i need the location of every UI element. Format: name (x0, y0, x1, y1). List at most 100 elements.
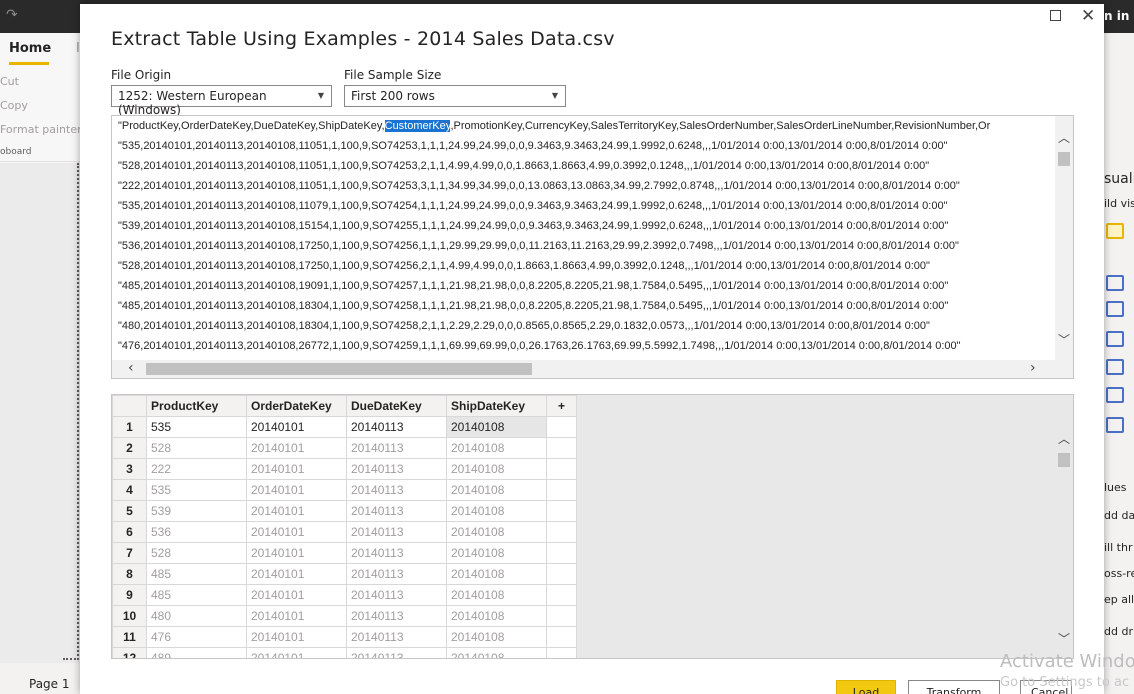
table-cell[interactable]: 20140101 (246, 605, 347, 627)
column-header[interactable]: DueDateKey (346, 395, 447, 417)
table-cell[interactable]: 20140113 (346, 479, 447, 501)
empty-cell[interactable] (546, 416, 577, 438)
table-cell[interactable]: 20140108 (446, 584, 547, 606)
table-visual-icon[interactable] (1106, 223, 1124, 239)
raw-line[interactable]: "476,20140101,20140113,20140108,26772,1,… (118, 340, 961, 352)
table-cell[interactable]: 20140113 (346, 458, 447, 480)
table-cell[interactable]: 20140113 (346, 605, 447, 627)
raw-line[interactable]: "539,20140101,20140113,20140108,15154,1,… (118, 220, 948, 232)
maximize-icon[interactable] (1050, 10, 1061, 21)
raw-header-line[interactable]: "ProductKey,OrderDateKey,DueDateKey,Ship… (118, 120, 990, 132)
table-cell[interactable]: 20140101 (246, 584, 347, 606)
selected-text[interactable]: CustomerKey (384, 120, 451, 132)
table-cell[interactable]: 20140101 (246, 500, 347, 522)
empty-cell[interactable] (546, 647, 577, 658)
sign-in-link[interactable]: n in (1104, 9, 1129, 23)
raw-file-preview[interactable]: "ProductKey,OrderDateKey,DueDateKey,Ship… (111, 115, 1074, 379)
scroll-right-icon[interactable]: › (1030, 361, 1036, 375)
table-cell[interactable]: 20140113 (346, 521, 447, 543)
raw-line[interactable]: "535,20140101,20140113,20140108,11079,1,… (118, 200, 948, 212)
table-cell[interactable]: 535 (146, 479, 247, 501)
table-cell[interactable]: 20140101 (246, 647, 347, 658)
table-vertical-scrollbar[interactable]: ︿ ﹀ (1055, 425, 1073, 658)
raw-vertical-thumb[interactable] (1058, 152, 1070, 166)
table-cell[interactable]: 480 (146, 605, 247, 627)
map-icon[interactable] (1106, 359, 1124, 375)
table-cell[interactable]: 20140113 (346, 500, 447, 522)
tab-home[interactable]: Home (9, 41, 51, 56)
table-cell[interactable]: 489 (146, 647, 247, 658)
column-header[interactable]: ProductKey (146, 395, 247, 417)
funnel-icon[interactable] (1106, 331, 1124, 347)
matrix-icon[interactable] (1106, 387, 1124, 403)
column-header[interactable]: ShipDateKey (446, 395, 547, 417)
table-cell[interactable]: 20140108 (446, 542, 547, 564)
table-cell[interactable]: 539 (146, 500, 247, 522)
table-cell[interactable]: 476 (146, 626, 247, 648)
table-cell[interactable]: 20140108 (446, 500, 547, 522)
table-cell[interactable]: 20140108 (446, 521, 547, 543)
raw-line[interactable]: "528,20140101,20140113,20140108,17250,1,… (118, 260, 930, 272)
scroll-left-icon[interactable]: ‹ (128, 361, 134, 375)
table-cell[interactable]: 20140108 (446, 563, 547, 585)
load-button[interactable]: Load (836, 680, 896, 694)
table-cell[interactable]: 20140101 (246, 479, 347, 501)
area-chart-icon[interactable] (1106, 301, 1124, 317)
empty-cell[interactable] (546, 458, 577, 480)
table-cell[interactable]: 528 (146, 437, 247, 459)
raw-line[interactable]: "222,20140101,20140113,20140108,11051,1,… (118, 180, 960, 192)
raw-line[interactable]: "528,20140101,20140113,20140108,11051,1,… (118, 160, 929, 172)
cut-button[interactable]: Cut (0, 75, 19, 88)
table-cell[interactable]: 20140108 (446, 626, 547, 648)
empty-cell[interactable] (546, 584, 577, 606)
scroll-up-icon[interactable]: ︿ (1058, 132, 1070, 144)
table-cell[interactable]: 20140113 (346, 416, 447, 438)
raw-horizontal-scrollbar[interactable]: ‹ › (112, 360, 1073, 378)
format-painter-button[interactable]: Format painter (0, 123, 82, 136)
table-cell[interactable]: 20140108 (446, 437, 547, 459)
table-cell[interactable]: 20140113 (346, 563, 447, 585)
table-cell[interactable]: 528 (146, 542, 247, 564)
table-cell[interactable]: 20140101 (246, 416, 347, 438)
empty-cell[interactable] (546, 605, 577, 627)
table-cell[interactable]: 20140101 (246, 542, 347, 564)
empty-cell[interactable] (546, 626, 577, 648)
scroll-down-icon[interactable]: ﹀ (1058, 633, 1070, 645)
table-cell[interactable]: 20140113 (346, 437, 447, 459)
empty-cell[interactable] (546, 563, 577, 585)
table-cell[interactable]: 20140108 (446, 647, 547, 658)
table-cell[interactable]: 20140113 (346, 542, 447, 564)
raw-line[interactable]: "535,20140101,20140113,20140108,11051,1,… (118, 140, 948, 152)
table-cell[interactable]: 20140108 (446, 458, 547, 480)
table-cell[interactable]: 20140101 (246, 437, 347, 459)
empty-cell[interactable] (546, 437, 577, 459)
raw-line[interactable]: "480,20140101,20140113,20140108,18304,1,… (118, 320, 930, 332)
column-header[interactable]: OrderDateKey (246, 395, 347, 417)
table-cell[interactable]: 20140101 (246, 563, 347, 585)
file-sample-size-select[interactable]: First 200 rows ▼ (344, 85, 566, 107)
undo-icon[interactable]: ↷ (6, 7, 18, 23)
table-cell[interactable]: 20140113 (346, 647, 447, 658)
table-cell[interactable]: 20140108 (446, 479, 547, 501)
empty-cell[interactable] (546, 479, 577, 501)
raw-line[interactable]: "485,20140101,20140113,20140108,19091,1,… (118, 280, 948, 292)
table-cell[interactable]: 20140113 (346, 584, 447, 606)
example-table[interactable]: ProductKey OrderDateKey DueDateKey ShipD… (111, 394, 1074, 659)
raw-line[interactable]: "536,20140101,20140113,20140108,17250,1,… (118, 240, 959, 252)
transform-data-button[interactable]: Transform Data (908, 680, 1000, 694)
table-cell[interactable]: 485 (146, 584, 247, 606)
raw-vertical-scrollbar[interactable]: ︿ ﹀ (1055, 116, 1073, 360)
table-cell[interactable]: 20140113 (346, 626, 447, 648)
bar-chart-icon[interactable] (1106, 275, 1124, 291)
file-origin-select[interactable]: 1252: Western European (Windows) ▼ (111, 85, 332, 117)
raw-horizontal-thumb[interactable] (146, 363, 532, 375)
scroll-down-icon[interactable]: ﹀ (1058, 334, 1070, 346)
table-cell[interactable]: 20140101 (246, 521, 347, 543)
table-cell[interactable]: 20140101 (246, 626, 347, 648)
page-tab-1[interactable]: Page 1 (29, 677, 70, 691)
raw-line[interactable]: "485,20140101,20140113,20140108,18304,1,… (118, 300, 948, 312)
empty-cell[interactable] (546, 521, 577, 543)
close-icon[interactable]: ✕ (1081, 6, 1095, 26)
table-cell[interactable]: 20140108 (446, 416, 547, 438)
table-vertical-thumb[interactable] (1058, 453, 1070, 467)
